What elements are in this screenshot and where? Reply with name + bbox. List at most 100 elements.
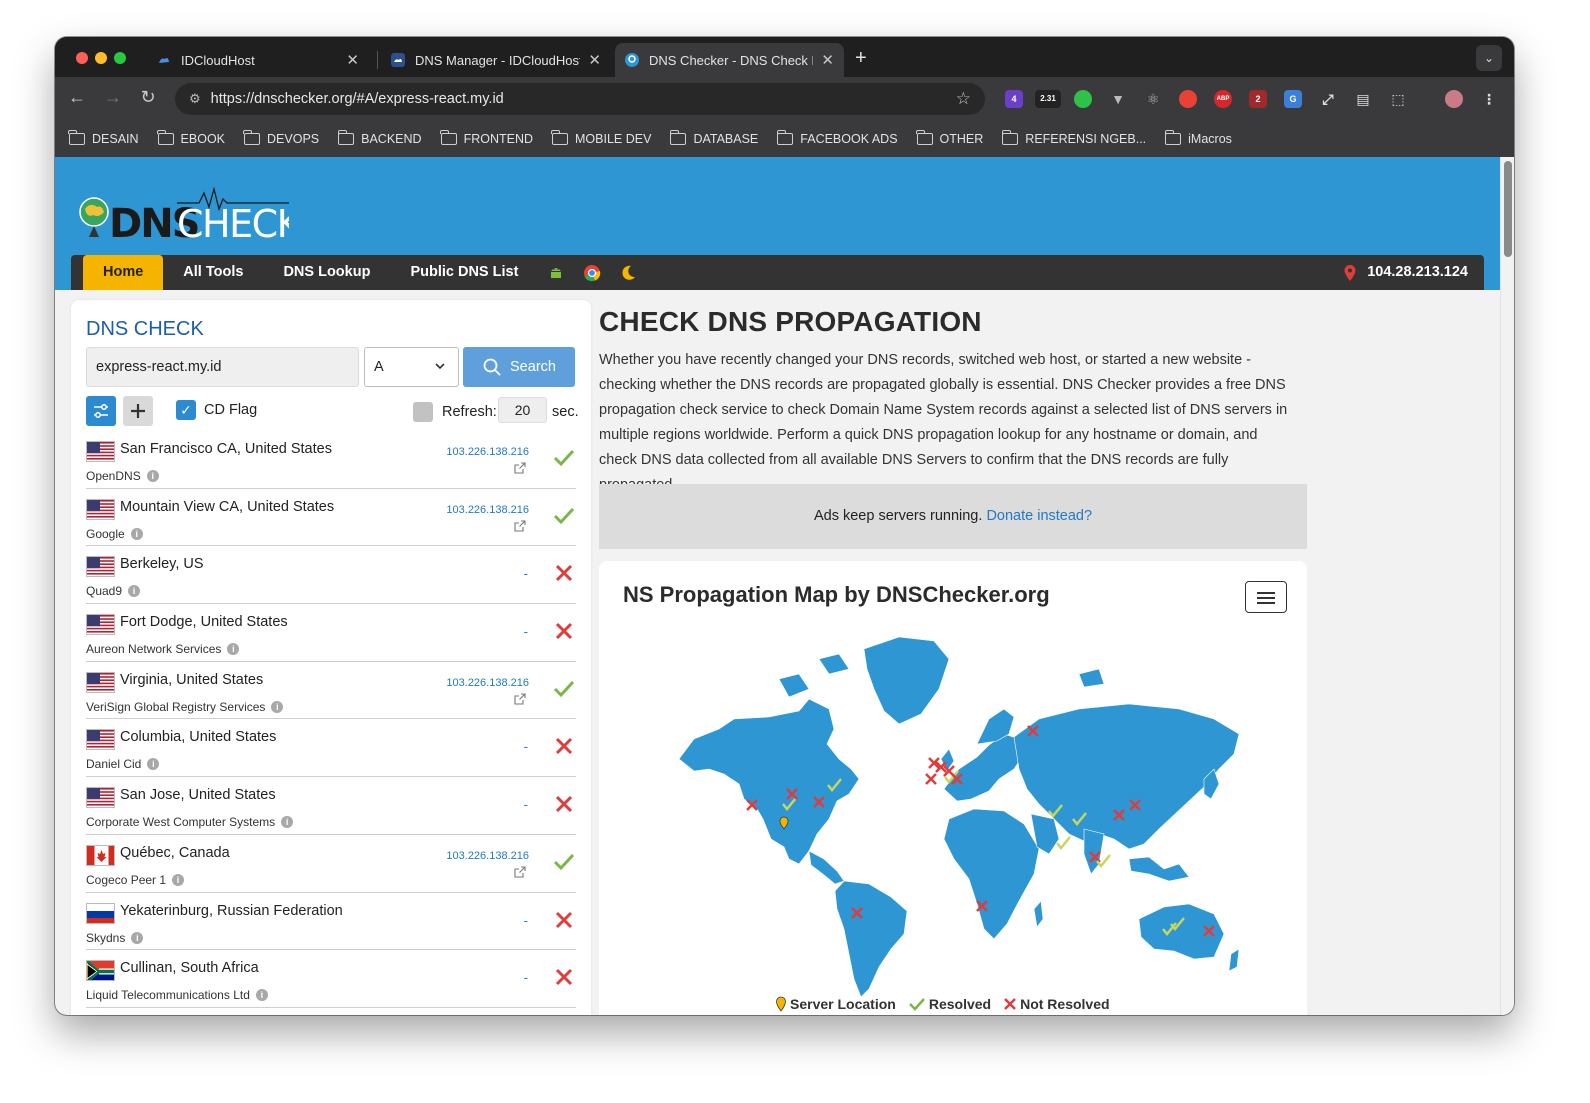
react-devtools-icon[interactable]: ⚛: [1144, 90, 1162, 108]
window-close-button[interactable]: [76, 52, 88, 64]
copy-icon[interactable]: ▤: [1354, 90, 1372, 108]
ip-address-text: 104.28.213.124: [1367, 264, 1468, 280]
window-minimize-button[interactable]: [95, 52, 107, 64]
site-settings-icon[interactable]: ⚙: [189, 91, 201, 107]
bookmark-folder-backend[interactable]: BACKEND: [337, 130, 422, 146]
translate-icon[interactable]: G: [1284, 90, 1302, 108]
dark-mode-moon-icon[interactable]: [618, 263, 638, 283]
vue-devtools-icon[interactable]: ▼: [1109, 90, 1127, 108]
not-resolved-x-icon: [552, 734, 576, 758]
world-map[interactable]: [659, 619, 1259, 999]
address-bar[interactable]: ⚙ https://dnschecker.org/#A/express-reac…: [175, 83, 985, 115]
folder-icon: [68, 130, 85, 145]
resolved-ip[interactable]: 103.226.138.216: [446, 850, 529, 862]
external-link-icon[interactable]: [514, 865, 526, 878]
info-icon[interactable]: i: [131, 931, 144, 944]
server-provider: Aureon Network Services i: [86, 642, 240, 657]
us-flag-icon: [86, 614, 115, 636]
not-resolved-x-icon: [552, 561, 576, 585]
folder-icon: [915, 130, 933, 145]
server-provider-name: Skydns: [86, 930, 126, 945]
nav-dns-lookup[interactable]: DNS Lookup: [263, 255, 390, 290]
tab-dns-checker[interactable]: DNS Checker - DNS Check P ✕: [615, 43, 844, 77]
server-location: Columbia, United States: [120, 729, 277, 746]
expand-icon[interactable]: ⤢: [1319, 90, 1337, 108]
bookmark-folder-devops[interactable]: DEVOPS: [243, 130, 319, 146]
bookmark-star-icon[interactable]: ☆: [956, 89, 971, 109]
tab-idcloudhost[interactable]: IDCloudHost ✕: [147, 43, 369, 77]
ublock-count: 2: [1255, 94, 1261, 104]
scrollbar-thumb[interactable]: [1504, 161, 1512, 257]
tab-close-icon[interactable]: ✕: [588, 51, 601, 69]
dns-checker-favicon-icon: [625, 53, 639, 67]
bookmark-folder-frontend[interactable]: FRONTEND: [439, 130, 533, 146]
refresh-checkbox[interactable]: [413, 402, 433, 422]
dnschecker-logo[interactable]: DNS CHECKER: [77, 185, 350, 250]
reload-icon[interactable]: ↻: [136, 87, 160, 108]
bookmark-folder-other[interactable]: OTHER: [915, 130, 983, 146]
info-icon[interactable]: i: [147, 758, 160, 771]
location-pin-icon: [1344, 264, 1356, 281]
nav-home[interactable]: Home: [83, 255, 164, 290]
speed-extension-icon[interactable]: 2.31: [1035, 90, 1061, 108]
browser-window: IDCloudHost ✕ DNS Manager - IDCloudHost …: [55, 37, 1514, 1015]
window-zoom-button[interactable]: [114, 52, 126, 64]
bookmark-folder-imacros[interactable]: iMacros: [1164, 130, 1232, 146]
server-location: San Francisco CA, United States: [120, 441, 332, 457]
bookmark-folder-referensi[interactable]: REFERENSI NGEB...: [1001, 130, 1146, 146]
bookmark-folder-mobile-dev[interactable]: MOBILE DEV: [551, 130, 651, 146]
map-menu-hamburger-icon[interactable]: [1245, 581, 1287, 613]
external-link-icon[interactable]: [514, 461, 526, 474]
tab-close-icon[interactable]: ✕: [346, 51, 359, 69]
info-icon[interactable]: i: [146, 470, 159, 482]
nav-public-dns-list[interactable]: Public DNS List: [390, 255, 538, 290]
resolved-ip[interactable]: 103.226.138.216: [446, 504, 529, 516]
refresh-seconds-input[interactable]: 20: [498, 397, 547, 423]
chrome-extension-icon[interactable]: [1179, 90, 1197, 108]
info-icon[interactable]: i: [255, 989, 268, 1002]
extensions-puzzle-icon[interactable]: ⬚: [1389, 90, 1407, 108]
bookmark-folder-ebook[interactable]: EBOOK: [156, 130, 225, 146]
back-arrow-icon[interactable]: ←: [65, 87, 89, 108]
add-server-button[interactable]: [123, 396, 153, 426]
chrome-icon[interactable]: [582, 263, 602, 283]
server-provider-name: Aureon Network Services: [86, 642, 222, 657]
external-link-icon[interactable]: [514, 519, 526, 532]
info-icon[interactable]: i: [281, 816, 294, 829]
search-button[interactable]: Search: [463, 347, 575, 387]
tab-separator: [377, 51, 378, 69]
bookmark-folder-desain[interactable]: DESAIN: [68, 130, 139, 146]
bookmark-folder-facebook-ads[interactable]: FACEBOOK ADS: [776, 130, 898, 146]
adblock-plus-icon[interactable]: ABP: [1214, 90, 1232, 108]
info-icon[interactable]: i: [128, 585, 141, 598]
domain-input[interactable]: express-react.my.id: [86, 347, 359, 387]
menu-kebab-icon[interactable]: ⋮: [1480, 90, 1498, 108]
nav-all-tools[interactable]: All Tools: [163, 255, 263, 290]
page-scrollbar[interactable]: [1500, 157, 1514, 1015]
resolved-ip[interactable]: 103.226.138.216: [446, 677, 529, 689]
info-icon[interactable]: i: [130, 527, 143, 540]
cd-flag-checkbox[interactable]: ✓: [176, 400, 196, 420]
ublock-icon[interactable]: 2: [1249, 90, 1267, 108]
record-type-select[interactable]: A: [364, 347, 459, 387]
info-icon[interactable]: i: [271, 700, 284, 713]
extension-badge-icon[interactable]: 4: [1005, 90, 1023, 108]
bookmark-folder-database[interactable]: DATABASE: [669, 130, 758, 146]
info-icon[interactable]: i: [172, 873, 185, 886]
android-icon[interactable]: [546, 263, 566, 283]
tab-search-chevron-icon[interactable]: ⌄: [1476, 45, 1502, 71]
donate-link[interactable]: Donate instead?: [986, 508, 1092, 524]
map-not-resolved-marker[interactable]: [925, 773, 937, 785]
new-tab-button[interactable]: +: [855, 47, 867, 70]
resolved-ip[interactable]: 103.226.138.216: [446, 446, 529, 458]
forward-arrow-icon[interactable]: →: [101, 87, 125, 108]
tab-dns-manager[interactable]: DNS Manager - IDCloudHost ✕: [381, 43, 611, 77]
external-link-icon[interactable]: [514, 692, 526, 705]
info-icon[interactable]: i: [227, 643, 240, 656]
filter-sliders-button[interactable]: [86, 396, 116, 426]
server-provider-name: Quad9: [86, 584, 123, 599]
profile-avatar[interactable]: [1445, 90, 1463, 108]
us-flag-icon: [86, 441, 115, 462]
tab-close-icon[interactable]: ✕: [821, 51, 834, 69]
green-status-extension-icon[interactable]: [1074, 90, 1092, 108]
